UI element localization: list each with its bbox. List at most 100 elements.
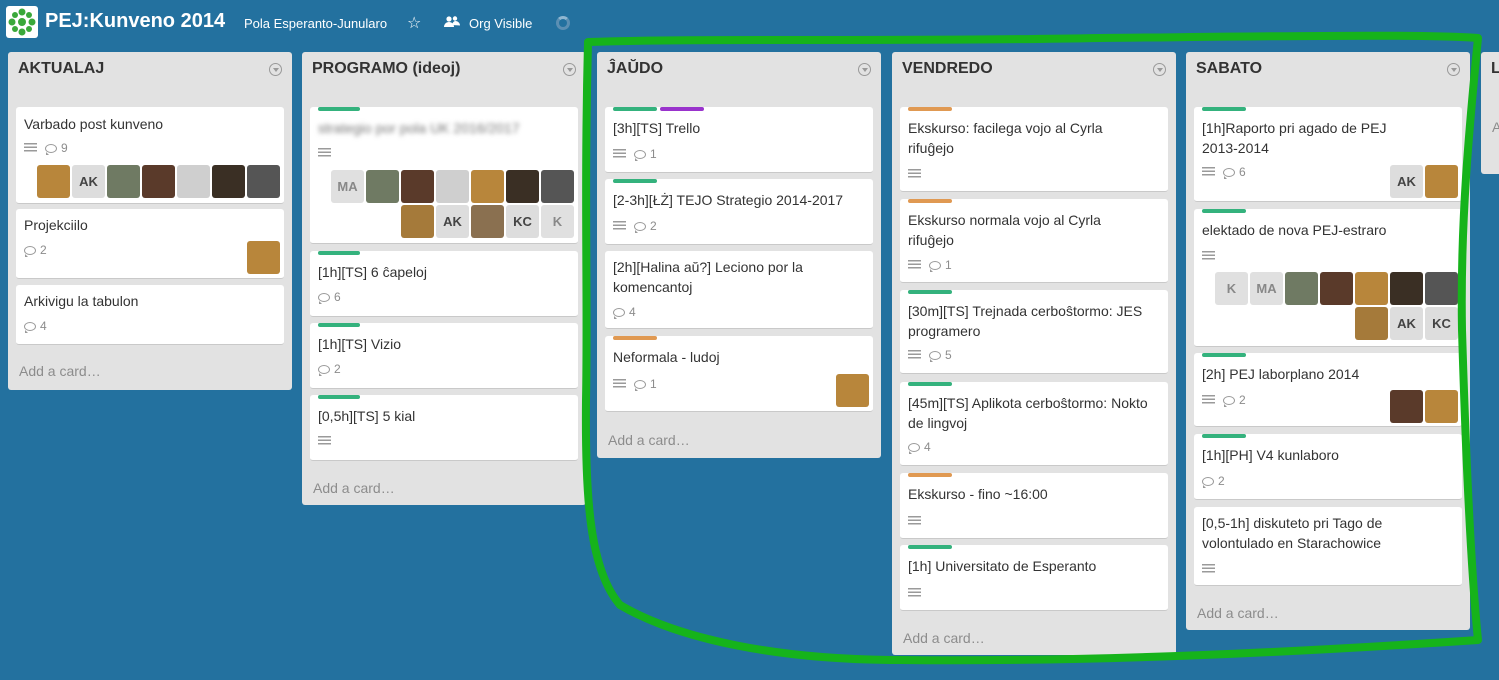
member-avatar[interactable]: KC: [506, 205, 539, 238]
list-menu-icon[interactable]: [1447, 63, 1460, 76]
member-avatar[interactable]: [436, 170, 469, 203]
member-avatar[interactable]: [401, 205, 434, 238]
comment-count: 2: [1239, 393, 1246, 407]
member-avatar[interactable]: [1425, 165, 1458, 198]
list-card[interactable]: Projekciilo 2: [16, 209, 284, 279]
member-avatar[interactable]: [401, 170, 434, 203]
list-card[interactable]: [1h][PH] V4 kunlaboro 2: [1194, 434, 1462, 500]
card-badges: [1202, 249, 1215, 263]
member-avatar[interactable]: [506, 170, 539, 203]
card-badges: [318, 146, 331, 160]
description-icon: [1202, 395, 1215, 405]
list-card[interactable]: [1h]Raporto pri agado de PEJ 2013-2014 6…: [1194, 107, 1462, 202]
member-avatar[interactable]: [1355, 272, 1388, 305]
comment-icon: [45, 143, 57, 155]
list-card[interactable]: [1h][TS] Vizio 2: [310, 323, 578, 389]
comment-count: 2: [1218, 474, 1225, 488]
card-title: elektado de nova PEJ-estraro: [1202, 222, 1387, 238]
card-label-green: [318, 251, 360, 255]
member-avatar[interactable]: [107, 165, 140, 198]
member-avatar[interactable]: MA: [1250, 272, 1283, 305]
description-icon: [613, 379, 626, 389]
card-title: [2-3h][ŁŻ] TEJO Strategio 2014-2017: [613, 192, 844, 208]
card-title: Varbado post kunveno: [24, 116, 164, 132]
list-card[interactable]: [45m][TS] Aplikota cerboŝtormo: Nokto de…: [900, 382, 1168, 466]
list-card[interactable]: [2h][Halina aŭ?] Leciono por la komencan…: [605, 251, 873, 329]
list-card[interactable]: [1h][TS] 6 ĉapeloj 6: [310, 251, 578, 317]
card-badges: [908, 586, 921, 600]
member-avatar[interactable]: [247, 165, 280, 198]
member-avatar[interactable]: [247, 241, 280, 274]
member-avatar[interactable]: [1390, 390, 1423, 423]
add-card-button[interactable]: Add a card…: [903, 630, 985, 646]
member-avatar[interactable]: [366, 170, 399, 203]
add-card-button[interactable]: Add a card…: [1197, 605, 1279, 621]
card-badges: 4: [613, 305, 636, 319]
list-menu-icon[interactable]: [1153, 63, 1166, 76]
member-avatar[interactable]: [177, 165, 210, 198]
member-avatar[interactable]: AK: [1390, 307, 1423, 340]
member-avatar[interactable]: AK: [72, 165, 105, 198]
visibility-button[interactable]: Org Visible: [469, 16, 532, 31]
member-avatar[interactable]: [471, 205, 504, 238]
add-card-button[interactable]: A: [1492, 119, 1499, 135]
member-avatar[interactable]: [471, 170, 504, 203]
member-avatar[interactable]: [142, 165, 175, 198]
list-menu-icon[interactable]: [858, 63, 871, 76]
list-card[interactable]: Ekskurso - fino ~16:00: [900, 473, 1168, 539]
list-menu-icon[interactable]: [563, 63, 576, 76]
add-card-button[interactable]: Add a card…: [19, 363, 101, 379]
member-avatar[interactable]: [37, 165, 70, 198]
member-avatar[interactable]: MA: [331, 170, 364, 203]
list-card[interactable]: [0,5-1h] diskuteto pri Tago de volontula…: [1194, 507, 1462, 586]
add-card-button[interactable]: Add a card…: [608, 432, 690, 448]
member-avatar[interactable]: [836, 374, 869, 407]
card-title: Ekskurso - fino ~16:00: [908, 486, 1048, 502]
list-card[interactable]: [2-3h][ŁŻ] TEJO Strategio 2014-2017 2: [605, 179, 873, 245]
list-card[interactable]: [30m][TS] Trejnada cerboŝtormo: JES prog…: [900, 290, 1168, 374]
comment-count: 2: [334, 362, 341, 376]
list-title[interactable]: PROGRAMO (ideoj): [312, 60, 460, 78]
list-title[interactable]: VENDREDO: [902, 60, 993, 78]
list-card[interactable]: Neformala - ludoj 1: [605, 336, 873, 412]
member-avatar[interactable]: [1355, 307, 1388, 340]
list-card[interactable]: Ekskurso: facilega vojo al Cyrla rifuĝej…: [900, 107, 1168, 192]
list-card[interactable]: [3h][TS] Trello 1: [605, 107, 873, 173]
list-card[interactable]: [1h] Universitato de Esperanto: [900, 545, 1168, 611]
list-card[interactable]: Arkivigu la tabulon 4: [16, 285, 284, 345]
board-logo[interactable]: [6, 6, 38, 38]
member-avatar[interactable]: [1320, 272, 1353, 305]
member-avatar[interactable]: AK: [1390, 165, 1423, 198]
member-avatar[interactable]: [212, 165, 245, 198]
list-title[interactable]: ĴAŬDO: [607, 60, 663, 78]
card-badges: [1202, 562, 1215, 576]
list-title[interactable]: SABATO: [1196, 60, 1262, 78]
member-avatar[interactable]: K: [1215, 272, 1248, 305]
member-avatar[interactable]: KC: [1425, 307, 1458, 340]
list-card[interactable]: strategio por pola UK 2016/2017 MA AK KC…: [310, 107, 578, 244]
member-avatar[interactable]: K: [541, 205, 574, 238]
org-name-link[interactable]: Pola Esperanto-Junularo: [244, 16, 387, 31]
member-avatar[interactable]: [1425, 390, 1458, 423]
comment-icon: [613, 307, 625, 319]
member-avatar[interactable]: [1285, 272, 1318, 305]
member-avatar[interactable]: [1390, 272, 1423, 305]
list-menu-icon[interactable]: [269, 63, 282, 76]
list-card[interactable]: Ekskurso normala vojo al Cyrla rifuĝejo …: [900, 199, 1168, 283]
list-card[interactable]: elektado de nova PEJ-estraro K MA AK KC: [1194, 209, 1462, 347]
member-avatar[interactable]: AK: [436, 205, 469, 238]
comment-count: 2: [650, 219, 657, 233]
list-card[interactable]: Varbado post kunveno 9 AK: [16, 107, 284, 204]
list-title[interactable]: AKTUALAJ: [18, 60, 104, 78]
star-icon[interactable]: ☆: [407, 13, 421, 33]
board-title[interactable]: PEJ:Kunveno 2014: [45, 10, 225, 33]
list-card[interactable]: [0,5h][TS] 5 kial: [310, 395, 578, 461]
add-card-button[interactable]: Add a card…: [313, 480, 395, 496]
list-card[interactable]: [2h] PEJ laborplano 2014 2: [1194, 353, 1462, 427]
loading-spinner-icon: [556, 16, 570, 30]
card-badges: 2: [1202, 474, 1225, 488]
member-avatar[interactable]: [541, 170, 574, 203]
list-title[interactable]: L: [1491, 60, 1499, 78]
card-label-orange: [908, 473, 952, 477]
member-avatar[interactable]: [1425, 272, 1458, 305]
